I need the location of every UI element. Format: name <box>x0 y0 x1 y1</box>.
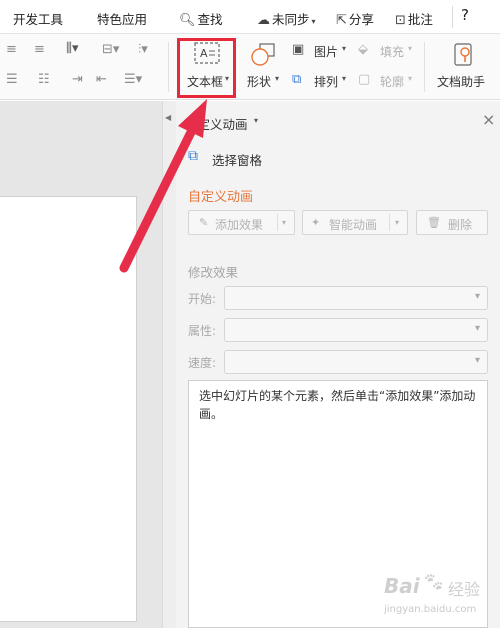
picture-icon: ▣ <box>292 42 305 57</box>
chevron-down-icon[interactable]: ▾ <box>254 116 258 125</box>
watermark: Bai 🐾︎ 经验 jingyan.baidu.com <box>382 572 498 624</box>
add-effect-button[interactable]: ✎ 添加效果 ▾ <box>188 210 295 235</box>
close-icon[interactable]: × <box>482 110 495 129</box>
chevron-down-icon: ▾ <box>342 44 347 53</box>
chevron-down-icon: ▾ <box>395 218 400 227</box>
start-select[interactable]: ▾ <box>224 286 488 310</box>
outline-button[interactable]: ▢ 轮廓 ▾ <box>358 72 416 92</box>
menu-share[interactable]: ⇱ 分享 <box>336 9 374 28</box>
share-icon: ⇱ <box>336 13 347 28</box>
arrange-label: 排列 <box>314 75 339 89</box>
outline-icon: ▢ <box>358 72 371 87</box>
menu-search[interactable]: 🔍︎ 查找 <box>179 9 223 28</box>
shape-icon <box>251 43 275 66</box>
ribbon-divider <box>424 42 425 92</box>
list-icon[interactable]: ⊟▾ <box>102 42 119 57</box>
slide-canvas[interactable] <box>0 196 137 622</box>
add-effect-label: 添加效果 <box>215 218 264 232</box>
trash-icon: 🗑︎ <box>427 216 441 229</box>
textbox-highlight-box <box>177 38 236 98</box>
fill-label: 填充 <box>380 45 405 59</box>
distribute-icon[interactable]: ☰▾ <box>124 72 142 87</box>
align-center-icon[interactable]: ≡ <box>34 42 45 57</box>
menu-divider <box>452 6 453 28</box>
property-select[interactable]: ▾ <box>224 318 488 342</box>
pencil-icon: ✎ <box>199 216 209 229</box>
shape-label: 形状 <box>247 75 272 89</box>
chevron-down-icon: ▾ <box>342 74 347 83</box>
menu-search-label: 查找 <box>197 12 223 27</box>
collapse-arrow-icon[interactable]: ◀ <box>165 113 171 122</box>
animation-hint-text: 选中幻灯片的某个元素，然后单击“添加效果”添加动画。 <box>199 389 476 421</box>
pane-title[interactable]: 自定义动画 <box>185 114 248 133</box>
button-divider <box>277 214 278 231</box>
doc-assistant-icon <box>454 43 472 66</box>
paw-icon: 🐾︎ <box>422 572 445 593</box>
align-left-icon[interactable]: ≡ <box>6 42 17 57</box>
picture-label: 图片 <box>314 45 339 59</box>
indent-icon[interactable]: ⇥ <box>72 72 83 87</box>
ribbon-toolbar: ≡ ≡ ⫼▾ ⊟▾ ⫶▾ ☰ ☷ ⇥ ⇤ ☰▾ A 文本框 ▾ 形状 ▾ ▣ 图… <box>0 34 500 100</box>
select-pane-icon: ⧉ <box>188 148 198 164</box>
speed-select[interactable]: ▾ <box>224 350 488 374</box>
chevron-down-icon: ▾ <box>282 218 287 227</box>
fill-bucket-icon: ⬙ <box>358 42 368 57</box>
chevron-down-icon: ▾ <box>474 355 480 366</box>
watermark-url: jingyan.baidu.com <box>384 604 477 615</box>
menu-sync[interactable]: ☁ 未同步 ▾ <box>257 9 318 28</box>
line-spacing-icon[interactable]: ⫶▾ <box>138 42 148 57</box>
smart-animation-button[interactable]: ✦ 智能动画 ▾ <box>302 210 408 235</box>
doc-assistant-button[interactable]: 文档助手 <box>434 40 496 94</box>
select-pane-button[interactable]: ⧉ 选择窗格 <box>188 148 268 168</box>
chevron-down-icon: ▾ <box>275 74 280 83</box>
watermark-brand: Bai <box>384 574 420 598</box>
menu-special-apps[interactable]: 特色应用 <box>97 9 147 28</box>
watermark-brand2: 经验 <box>448 580 481 599</box>
ribbon-divider <box>168 42 169 92</box>
help-icon[interactable]: ? <box>461 6 469 24</box>
button-divider <box>389 214 390 231</box>
search-icon: 🔍︎ <box>179 13 196 28</box>
menu-bar: 开发工具 特色应用 🔍︎ 查找 ☁ 未同步 ▾ ⇱ 分享 ⊡ 批注 ? <box>0 0 500 34</box>
cloud-sync-icon: ☁ <box>257 13 270 28</box>
chevron-down-icon: ▾ <box>311 17 316 26</box>
picture-button[interactable]: ▣ 图片 ▾ <box>292 42 352 62</box>
menu-comment-label: 批注 <box>407 12 433 27</box>
pane-collapse-strip[interactable]: ◀ <box>162 101 176 628</box>
delete-button[interactable]: 🗑︎ 删除 <box>416 210 488 235</box>
delete-label: 删除 <box>448 218 473 232</box>
chevron-down-icon: ▾ <box>474 323 480 334</box>
property-label: 属性: <box>188 324 217 338</box>
arrange-button[interactable]: ⧉ 排列 ▾ <box>292 72 352 92</box>
speed-label: 速度: <box>188 356 217 370</box>
comment-icon: ⊡ <box>395 13 406 28</box>
section-title: 自定义动画 <box>188 190 254 205</box>
smart-animation-label: 智能动画 <box>329 218 378 232</box>
menu-share-label: 分享 <box>348 12 374 27</box>
chevron-down-icon: ▾ <box>408 44 413 53</box>
start-label: 开始: <box>188 292 217 306</box>
shape-button[interactable]: 形状 ▾ <box>244 40 284 94</box>
smart-animation-icon: ✦ <box>311 216 321 229</box>
bullet-list-icon[interactable]: ☰ <box>6 72 18 87</box>
column-icon[interactable]: ⫼▾ <box>66 41 79 56</box>
chevron-down-icon: ▾ <box>408 74 413 83</box>
fill-button[interactable]: ⬙ 填充 ▾ <box>358 42 416 62</box>
number-list-icon[interactable]: ☷ <box>38 72 50 87</box>
chevron-down-icon: ▾ <box>474 291 480 302</box>
menu-dev-tools[interactable]: 开发工具 <box>13 9 63 28</box>
doc-assistant-label: 文档助手 <box>437 75 486 89</box>
menu-comment[interactable]: ⊡ 批注 <box>395 9 433 28</box>
arrange-icon: ⧉ <box>292 72 302 87</box>
menu-sync-label: 未同步 <box>272 12 310 27</box>
select-pane-label: 选择窗格 <box>212 153 263 168</box>
modify-effect-heading: 修改效果 <box>188 265 239 280</box>
outline-label: 轮廓 <box>380 75 405 89</box>
outdent-icon[interactable]: ⇤ <box>96 72 107 87</box>
